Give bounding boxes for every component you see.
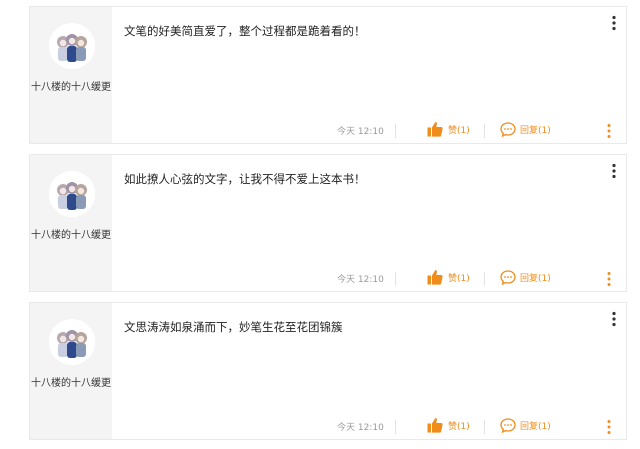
comment-time: 今天 12:10	[337, 127, 384, 137]
user-panel: 十八楼的十八缓更	[30, 155, 112, 291]
user-panel: 十八楼的十八缓更	[30, 303, 112, 439]
like-count: 赞(1)	[448, 274, 470, 284]
reply-count: 回复(1)	[520, 422, 551, 432]
vertical-dots-icon[interactable]	[607, 419, 611, 435]
thumbs-up-icon	[427, 270, 443, 285]
comment-bubble-icon	[500, 418, 516, 433]
like-count: 赞(1)	[448, 126, 470, 136]
reply-count: 回复(1)	[520, 126, 551, 136]
username[interactable]: 十八楼的十八缓更	[30, 376, 112, 392]
vertical-dots-icon[interactable]	[612, 311, 616, 327]
vertical-dots-icon[interactable]	[607, 271, 611, 287]
divider	[484, 420, 485, 434]
avatar[interactable]	[49, 171, 95, 217]
comment-time: 今天 12:10	[337, 423, 384, 433]
comment-card: 十八楼的十八缓更 文笔的好美简直爱了，整个过程都是跪着看的！ 今天 12:10 …	[29, 6, 627, 144]
avatar[interactable]	[49, 319, 95, 365]
comment-text: 文思涛涛如泉涌而下，妙笔生花至花团锦簇	[124, 320, 343, 334]
avatar-illustration	[49, 23, 95, 69]
comment-bubble-icon	[500, 270, 516, 285]
vertical-dots-icon[interactable]	[612, 15, 616, 31]
username[interactable]: 十八楼的十八缓更	[30, 228, 112, 244]
reply-count: 回复(1)	[520, 274, 551, 284]
avatar-illustration	[49, 319, 95, 365]
comment-bubble-icon	[500, 122, 516, 137]
comment-card: 十八楼的十八缓更 文思涛涛如泉涌而下，妙笔生花至花团锦簇 今天 12:10 赞(…	[29, 302, 627, 440]
comment-time: 今天 12:10	[337, 275, 384, 285]
divider	[484, 124, 485, 138]
divider	[484, 272, 485, 286]
divider	[395, 420, 396, 434]
thumbs-up-icon	[427, 418, 443, 433]
thumbs-up-icon	[427, 122, 443, 137]
like-count: 赞(1)	[448, 422, 470, 432]
comment-text: 如此撩人心弦的文字，让我不得不爱上这本书！	[124, 172, 366, 186]
divider	[395, 272, 396, 286]
vertical-dots-icon[interactable]	[612, 163, 616, 179]
username[interactable]: 十八楼的十八缓更	[30, 80, 112, 96]
comment-card: 十八楼的十八缓更 如此撩人心弦的文字，让我不得不爱上这本书！ 今天 12:10 …	[29, 154, 627, 292]
avatar[interactable]	[49, 23, 95, 69]
vertical-dots-icon[interactable]	[607, 123, 611, 139]
user-panel: 十八楼的十八缓更	[30, 7, 112, 143]
comment-text: 文笔的好美简直爱了，整个过程都是跪着看的！	[124, 24, 366, 38]
avatar-illustration	[49, 171, 95, 217]
divider	[395, 124, 396, 138]
